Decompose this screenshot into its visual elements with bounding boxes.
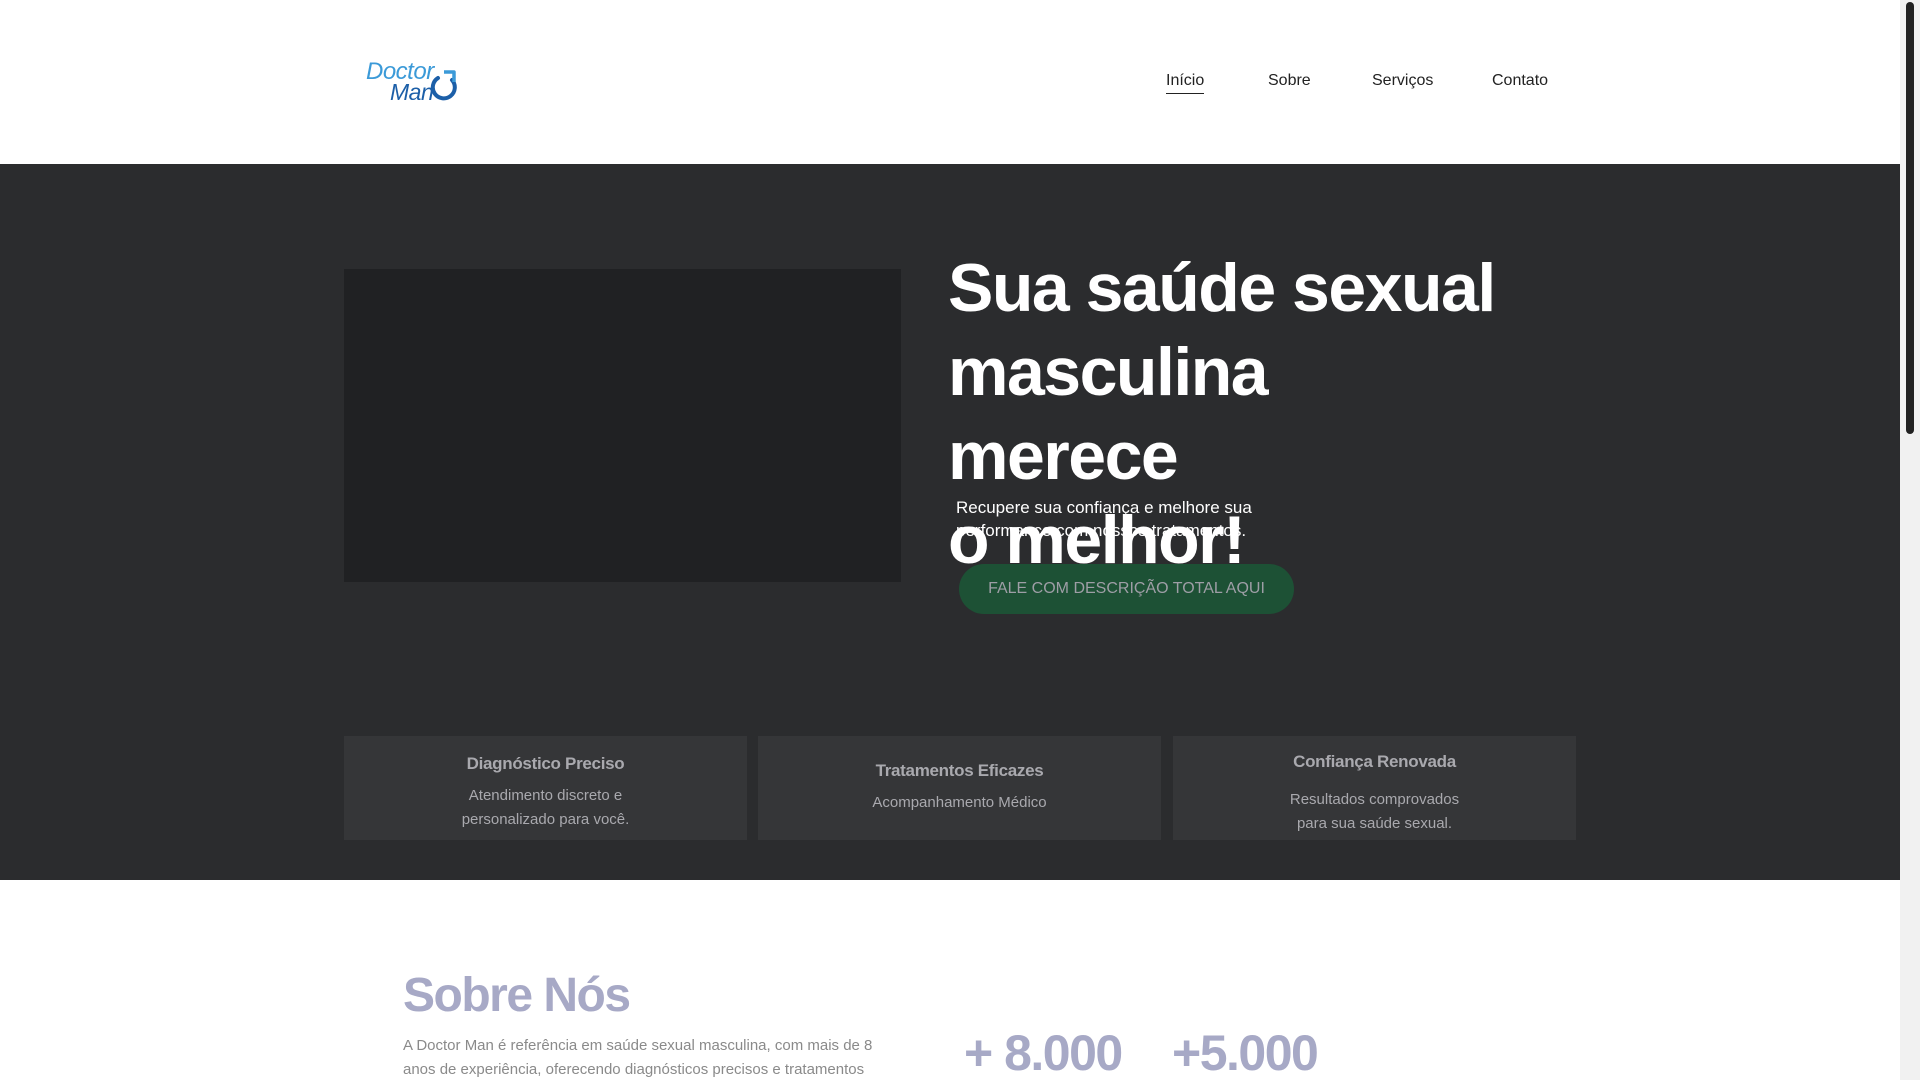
feature-card-desc-line: Acompanhamento Médico: [872, 794, 1047, 811]
nav-inicio[interactable]: Início: [1166, 72, 1205, 94]
male-symbol-icon: [430, 70, 457, 101]
logo-text-man: Man: [390, 79, 434, 105]
hero-title-line: Sua saúde sexual: [948, 250, 1496, 326]
about-text-line: A Doctor Man é referência em saúde sexua…: [403, 1037, 873, 1054]
feature-card-confianca: Confiança Renovada Resultados comprovado…: [1173, 736, 1576, 840]
feature-card-diagnostico: Diagnóstico Preciso Atendimento discreto…: [344, 736, 747, 840]
feature-card-title: Diagnóstico Preciso: [466, 754, 625, 773]
feature-card-desc-line: Atendimento discreto e: [468, 787, 623, 804]
feature-card-tratamentos: Tratamentos Eficazes Acompanhamento Médi…: [758, 736, 1161, 840]
feature-card-desc-line: para sua saúde sexual.: [1296, 815, 1453, 832]
about-title: Sobre Nós: [403, 969, 631, 1022]
feature-card-desc: Resultados comprovados para sua saúde se…: [1173, 788, 1576, 836]
about-text: A Doctor Man é referência em saúde sexua…: [403, 1034, 883, 1080]
feature-card-desc-line: Resultados comprovados: [1289, 791, 1460, 808]
feature-cards: Diagnóstico Preciso Atendimento discreto…: [344, 736, 1576, 840]
feature-card-desc-line: personalizado para você.: [461, 811, 630, 828]
hero-section: Sua saúde sexual masculina merece o melh…: [0, 164, 1920, 880]
site-header: Doctor Man Início Sobre Serviços Contato: [0, 0, 1920, 164]
feature-card-title: Tratamentos Eficazes: [875, 761, 1044, 780]
nav-servicos[interactable]: Serviços: [1372, 72, 1433, 90]
hero-subtitle-line: performance com nossos tratamentos.: [956, 521, 1247, 540]
nav-contato[interactable]: Contato: [1492, 72, 1548, 90]
stat-counter: +5.000: [1172, 1025, 1319, 1080]
nav-sobre[interactable]: Sobre: [1268, 72, 1311, 90]
about-text-line: anos de experiência, oferecendo diagnóst…: [403, 1061, 865, 1078]
feature-card-title: Confiança Renovada: [1293, 752, 1456, 771]
feature-card-desc: Acompanhamento Médico: [758, 791, 1161, 815]
scrollbar-thumb[interactable]: [1906, 2, 1914, 434]
stat-counter: + 8.000: [964, 1025, 1123, 1080]
hero-subtitle-line: Recupere sua confiança e melhore sua: [956, 498, 1252, 517]
logo[interactable]: Doctor Man: [366, 58, 462, 106]
page-scrollbar[interactable]: [1900, 0, 1920, 1080]
hero-title-line: masculina merece: [948, 334, 1269, 494]
cta-button[interactable]: FALE COM DESCRIÇÃO TOTAL AQUI: [959, 564, 1294, 614]
video-player[interactable]: [344, 269, 901, 582]
hero-subtitle: Recupere sua confiança e melhore sua per…: [956, 496, 1276, 542]
feature-card-desc: Atendimento discreto e personalizado par…: [344, 784, 747, 832]
